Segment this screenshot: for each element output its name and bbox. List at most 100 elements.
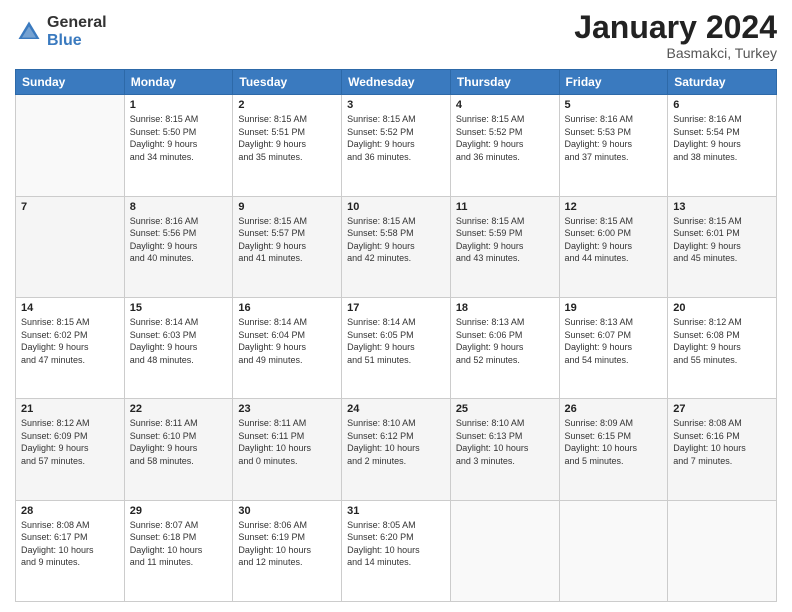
day-number: 6 [673,99,771,111]
day-number: 9 [238,201,336,213]
column-header-wednesday: Wednesday [342,70,451,95]
day-number: 11 [456,201,554,213]
week-row-4: 21Sunrise: 8:12 AM Sunset: 6:09 PM Dayli… [16,399,777,500]
calendar-cell: 20 Sunrise: 8:12 AM Sunset: 6:08 PM Dayli… [668,297,777,398]
day-number: 16 [238,302,336,314]
title-section: January 2024 Basmakci, Turkey [574,10,777,61]
calendar-cell [450,500,559,601]
day-number: 28 [21,505,119,517]
day-info: Sunrise: 8:13 AM Sunset: 6:07 PM Dayligh… [565,316,663,366]
day-number: 15 [130,302,228,314]
calendar-cell: 2Sunrise: 8:15 AM Sunset: 5:51 PM Daylig… [233,95,342,196]
day-info: Sunrise: 8:08 AM Sunset: 6:17 PM Dayligh… [21,519,119,569]
day-number: 25 [456,403,554,415]
calendar-cell: 6 Sunrise: 8:16 AM Sunset: 5:54 PM Daylig… [668,95,777,196]
month-title: January 2024 [574,10,777,45]
day-info: Sunrise: 8:16 AM Sunset: 5:54 PM Dayligh… [673,113,771,163]
calendar-cell: 12 Sunrise: 8:15 AM Sunset: 6:00 PM Dayli… [559,196,668,297]
day-number: 4 [456,99,554,111]
day-info: Sunrise: 8:15 AM Sunset: 5:59 PM Dayligh… [456,215,554,265]
day-info: Sunrise: 8:09 AM Sunset: 6:15 PM Dayligh… [565,417,663,467]
calendar-cell [668,500,777,601]
calendar-cell: 1 Sunrise: 8:15 AM Sunset: 5:50 PM Daylig… [124,95,233,196]
column-header-monday: Monday [124,70,233,95]
calendar-cell: 11 Sunrise: 8:15 AM Sunset: 5:59 PM Dayli… [450,196,559,297]
calendar-cell: 5 Sunrise: 8:16 AM Sunset: 5:53 PM Daylig… [559,95,668,196]
day-info: Sunrise: 8:16 AM Sunset: 5:53 PM Dayligh… [565,113,663,163]
day-number: 27 [673,403,771,415]
day-number: 20 [673,302,771,314]
day-info: Sunrise: 8:14 AM Sunset: 6:04 PM Dayligh… [238,316,336,366]
day-info: Sunrise: 8:06 AM Sunset: 6:19 PM Dayligh… [238,519,336,569]
day-number: 29 [130,505,228,517]
day-number: 12 [565,201,663,213]
calendar-cell: 19 Sunrise: 8:13 AM Sunset: 6:07 PM Dayli… [559,297,668,398]
day-info: Sunrise: 8:08 AM Sunset: 6:16 PM Dayligh… [673,417,771,467]
day-info: Sunrise: 8:15 AM Sunset: 6:01 PM Dayligh… [673,215,771,265]
calendar-cell: 3 Sunrise: 8:15 AM Sunset: 5:52 PM Daylig… [342,95,451,196]
calendar-cell: 29 Sunrise: 8:07 AM Sunset: 6:18 PM Dayli… [124,500,233,601]
calendar-cell [16,95,125,196]
calendar-cell: 16 Sunrise: 8:14 AM Sunset: 6:04 PM Dayli… [233,297,342,398]
calendar-cell: 27 Sunrise: 8:08 AM Sunset: 6:16 PM Dayli… [668,399,777,500]
day-info: Sunrise: 8:12 AM Sunset: 6:09 PM Dayligh… [21,417,119,467]
logo-general: General [47,14,107,32]
day-info: Sunrise: 8:15 AM Sunset: 5:52 PM Dayligh… [347,113,445,163]
column-header-sunday: Sunday [16,70,125,95]
calendar-cell: 9 Sunrise: 8:15 AM Sunset: 5:57 PM Daylig… [233,196,342,297]
day-info: Sunrise: 8:15 AM Sunset: 6:02 PM Dayligh… [21,316,119,366]
calendar-cell: 14Sunrise: 8:15 AM Sunset: 6:02 PM Dayli… [16,297,125,398]
logo-blue: Blue [47,32,107,50]
logo-icon [15,18,43,46]
calendar-cell: 7 [16,196,125,297]
location-subtitle: Basmakci, Turkey [574,45,777,61]
day-info: Sunrise: 8:07 AM Sunset: 6:18 PM Dayligh… [130,519,228,569]
day-number: 24 [347,403,445,415]
column-header-thursday: Thursday [450,70,559,95]
header: General Blue January 2024 Basmakci, Turk… [15,10,777,61]
day-number: 13 [673,201,771,213]
day-info: Sunrise: 8:16 AM Sunset: 5:56 PM Dayligh… [130,215,228,265]
calendar-cell: 30 Sunrise: 8:06 AM Sunset: 6:19 PM Dayli… [233,500,342,601]
day-number: 7 [21,201,119,213]
day-info: Sunrise: 8:15 AM Sunset: 5:57 PM Dayligh… [238,215,336,265]
day-number: 5 [565,99,663,111]
day-info: Sunrise: 8:11 AM Sunset: 6:10 PM Dayligh… [130,417,228,467]
day-number: 30 [238,505,336,517]
day-info: Sunrise: 8:10 AM Sunset: 6:12 PM Dayligh… [347,417,445,467]
calendar-cell: 18Sunrise: 8:13 AM Sunset: 6:06 PM Dayli… [450,297,559,398]
day-number: 23 [238,403,336,415]
calendar-cell: 23 Sunrise: 8:11 AM Sunset: 6:11 PM Dayli… [233,399,342,500]
page: General Blue January 2024 Basmakci, Turk… [0,0,792,612]
day-info: Sunrise: 8:15 AM Sunset: 5:51 PM Dayligh… [238,113,336,163]
calendar-cell: 31Sunrise: 8:05 AM Sunset: 6:20 PM Dayli… [342,500,451,601]
logo-text: General Blue [47,14,107,49]
day-info: Sunrise: 8:15 AM Sunset: 5:50 PM Dayligh… [130,113,228,163]
day-info: Sunrise: 8:11 AM Sunset: 6:11 PM Dayligh… [238,417,336,467]
day-number: 19 [565,302,663,314]
day-info: Sunrise: 8:15 AM Sunset: 5:58 PM Dayligh… [347,215,445,265]
day-number: 3 [347,99,445,111]
calendar-cell: 17Sunrise: 8:14 AM Sunset: 6:05 PM Dayli… [342,297,451,398]
day-number: 31 [347,505,445,517]
day-number: 1 [130,99,228,111]
calendar-body: 1 Sunrise: 8:15 AM Sunset: 5:50 PM Daylig… [16,95,777,602]
day-info: Sunrise: 8:12 AM Sunset: 6:08 PM Dayligh… [673,316,771,366]
column-header-saturday: Saturday [668,70,777,95]
calendar-table: SundayMondayTuesdayWednesdayThursdayFrid… [15,69,777,602]
calendar-cell [559,500,668,601]
day-number: 18 [456,302,554,314]
calendar-header-row: SundayMondayTuesdayWednesdayThursdayFrid… [16,70,777,95]
calendar-cell: 25 Sunrise: 8:10 AM Sunset: 6:13 PM Dayli… [450,399,559,500]
day-info: Sunrise: 8:15 AM Sunset: 5:52 PM Dayligh… [456,113,554,163]
column-header-friday: Friday [559,70,668,95]
day-info: Sunrise: 8:15 AM Sunset: 6:00 PM Dayligh… [565,215,663,265]
day-number: 22 [130,403,228,415]
week-row-5: 28 Sunrise: 8:08 AM Sunset: 6:17 PM Dayli… [16,500,777,601]
calendar-cell: 22 Sunrise: 8:11 AM Sunset: 6:10 PM Dayli… [124,399,233,500]
column-header-tuesday: Tuesday [233,70,342,95]
day-info: Sunrise: 8:10 AM Sunset: 6:13 PM Dayligh… [456,417,554,467]
week-row-3: 14Sunrise: 8:15 AM Sunset: 6:02 PM Dayli… [16,297,777,398]
day-number: 26 [565,403,663,415]
day-info: Sunrise: 8:14 AM Sunset: 6:03 PM Dayligh… [130,316,228,366]
